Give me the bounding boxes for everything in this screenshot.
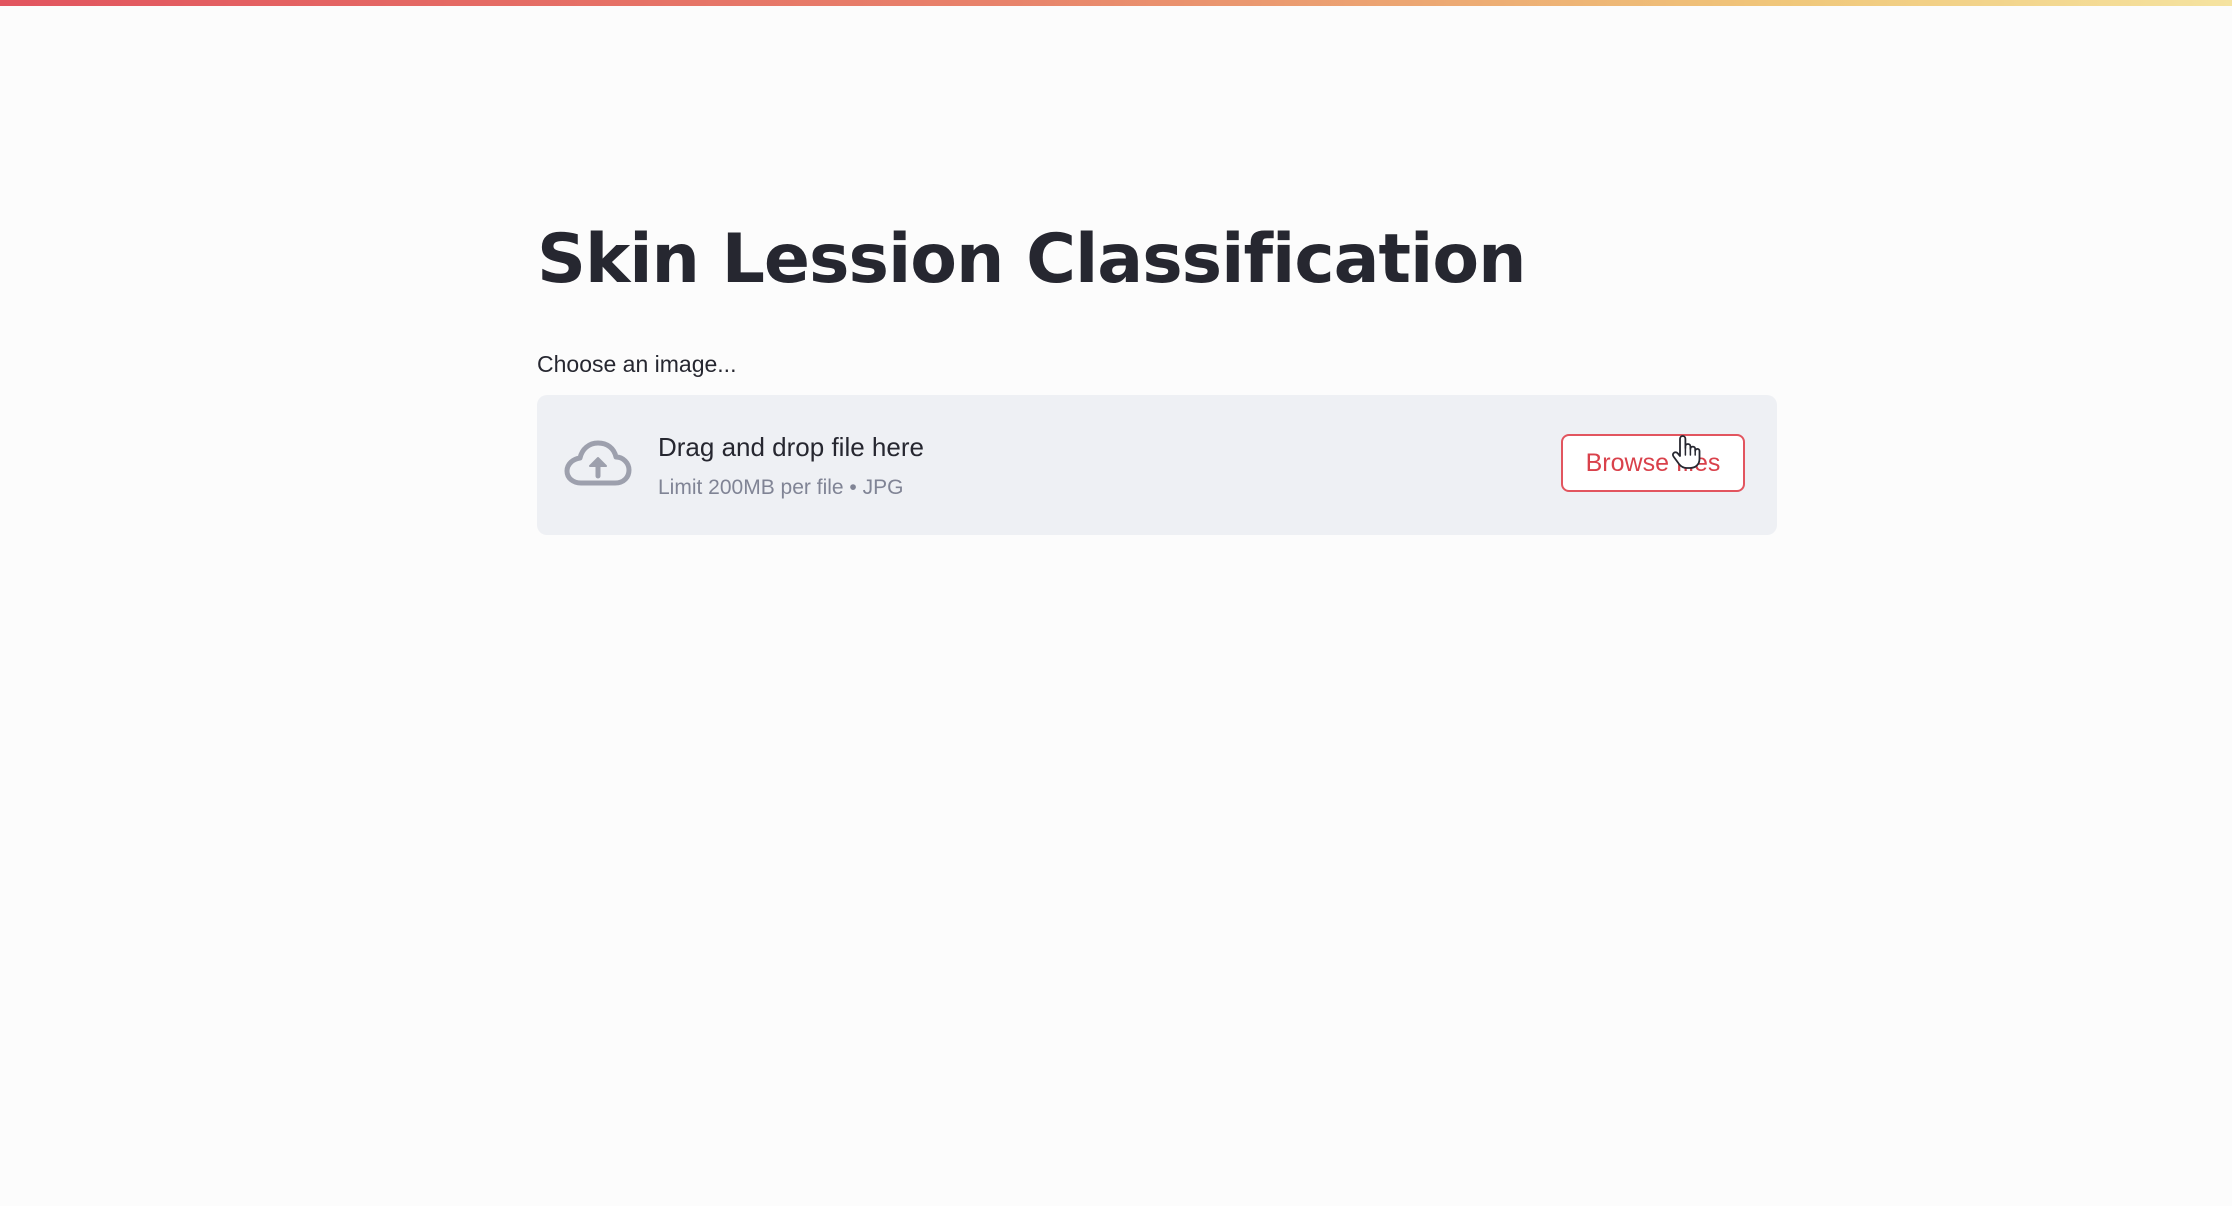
hand-pointer-icon (1671, 434, 1701, 470)
file-uploader-label: Choose an image... (537, 351, 737, 377)
header-decoration-bar (0, 0, 2232, 6)
file-dropzone[interactable]: Drag and drop file here Limit 200MB per … (537, 395, 1777, 535)
dropzone-instructions: Drag and drop file here (658, 432, 924, 462)
dropzone-file-limit: Limit 200MB per file • JPG (658, 476, 904, 499)
cloud-upload-icon (563, 435, 633, 495)
browse-files-button[interactable]: Browse files (1561, 434, 1745, 492)
page-title: Skin Lession Classification (537, 220, 1526, 299)
